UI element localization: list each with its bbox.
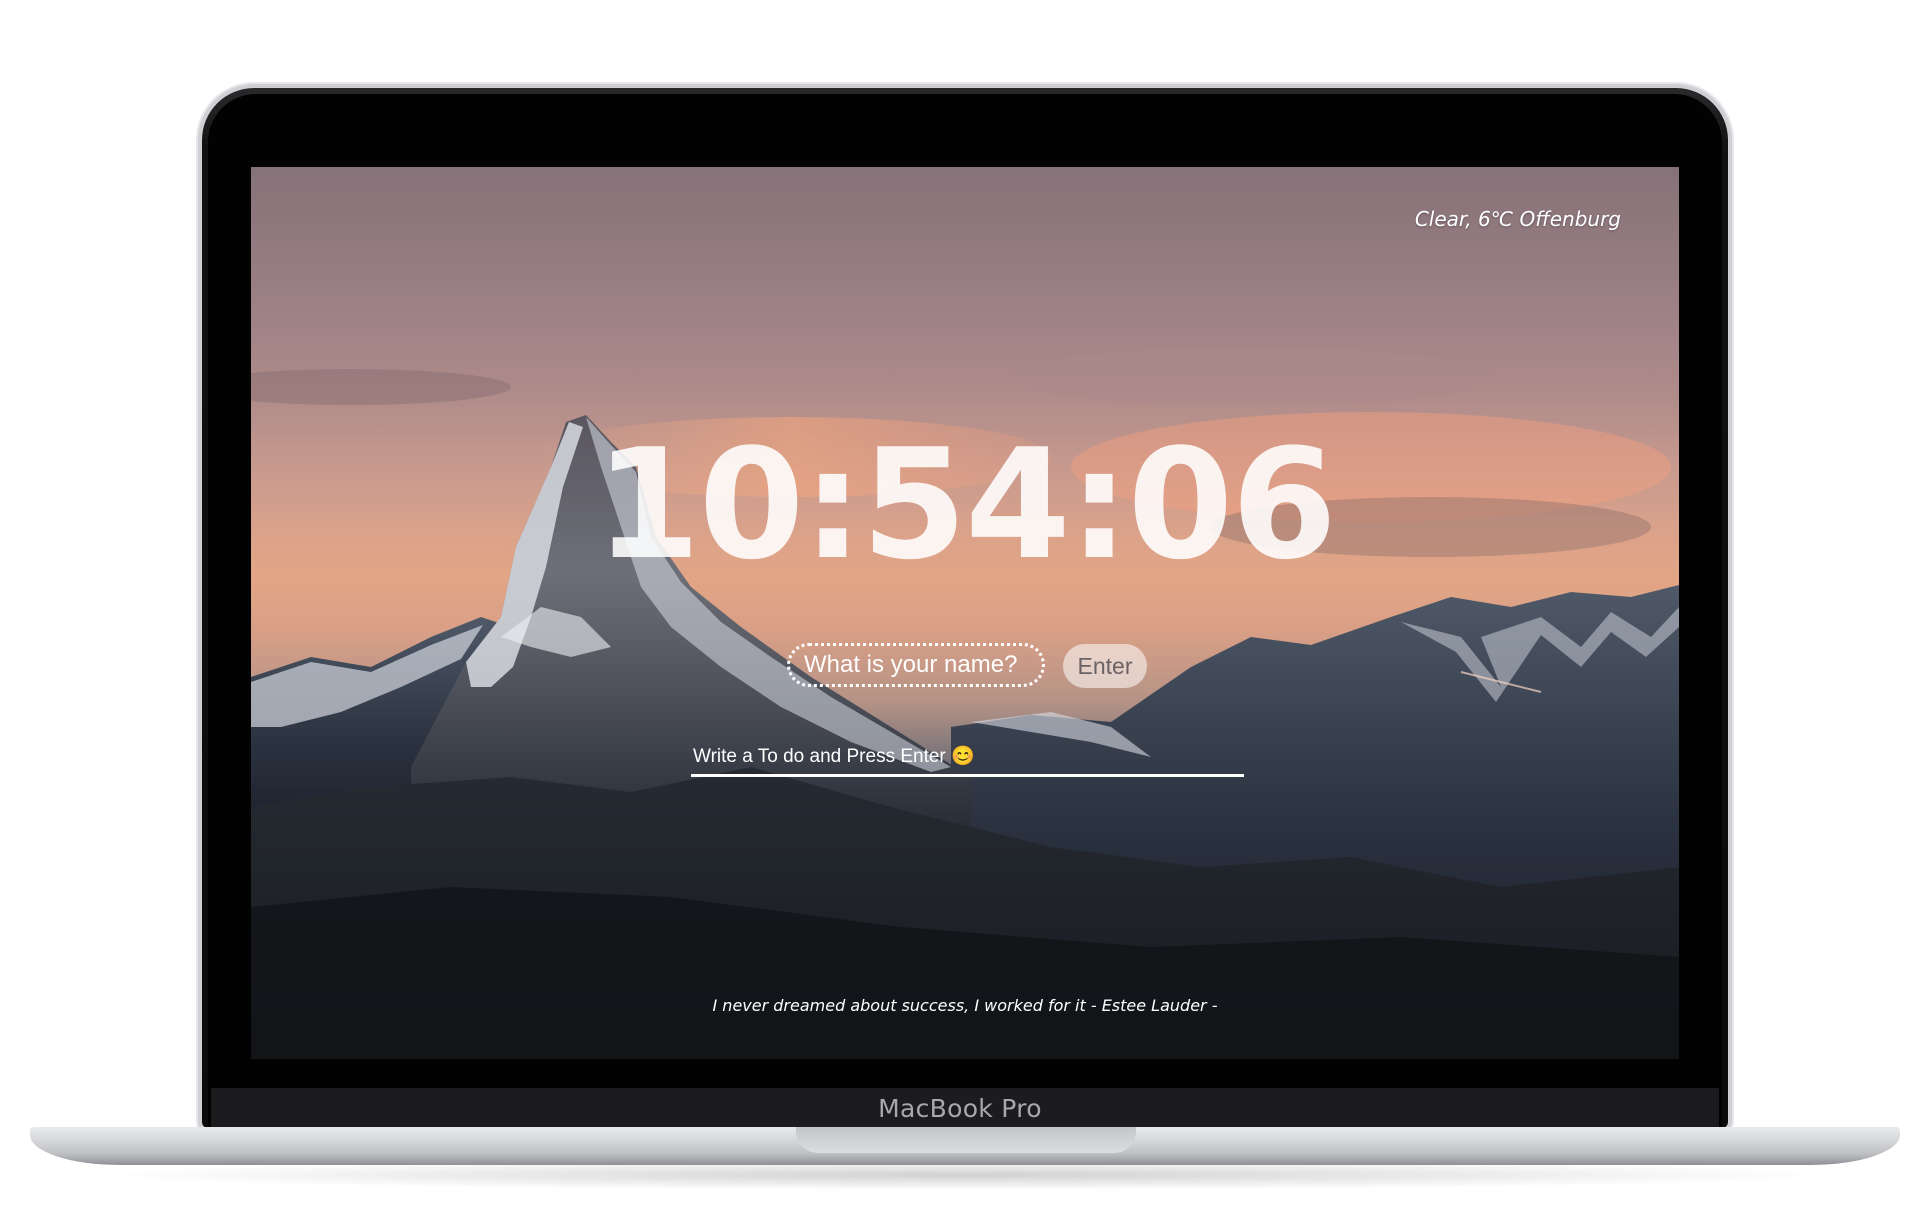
name-input[interactable] xyxy=(787,643,1045,687)
enter-button[interactable]: Enter xyxy=(1063,644,1147,688)
desktop-screen: Clear, 6℃ Offenburg 10:54:06 Enter I nev… xyxy=(251,167,1679,1059)
quote-text: I never dreamed about success, I worked … xyxy=(712,996,1218,1015)
weather-label: Clear, 6℃ Offenburg xyxy=(1414,207,1621,231)
clock-display: 10:54:06 xyxy=(594,416,1337,593)
brand-label: MacBook Pro xyxy=(878,1094,1042,1123)
stage: Clear, 6℃ Offenburg 10:54:06 Enter I nev… xyxy=(0,0,1920,1221)
laptop-notch xyxy=(796,1127,1136,1153)
mountain-background xyxy=(251,347,1679,1059)
todo-input[interactable] xyxy=(691,739,1244,777)
todo-form xyxy=(691,739,1244,779)
